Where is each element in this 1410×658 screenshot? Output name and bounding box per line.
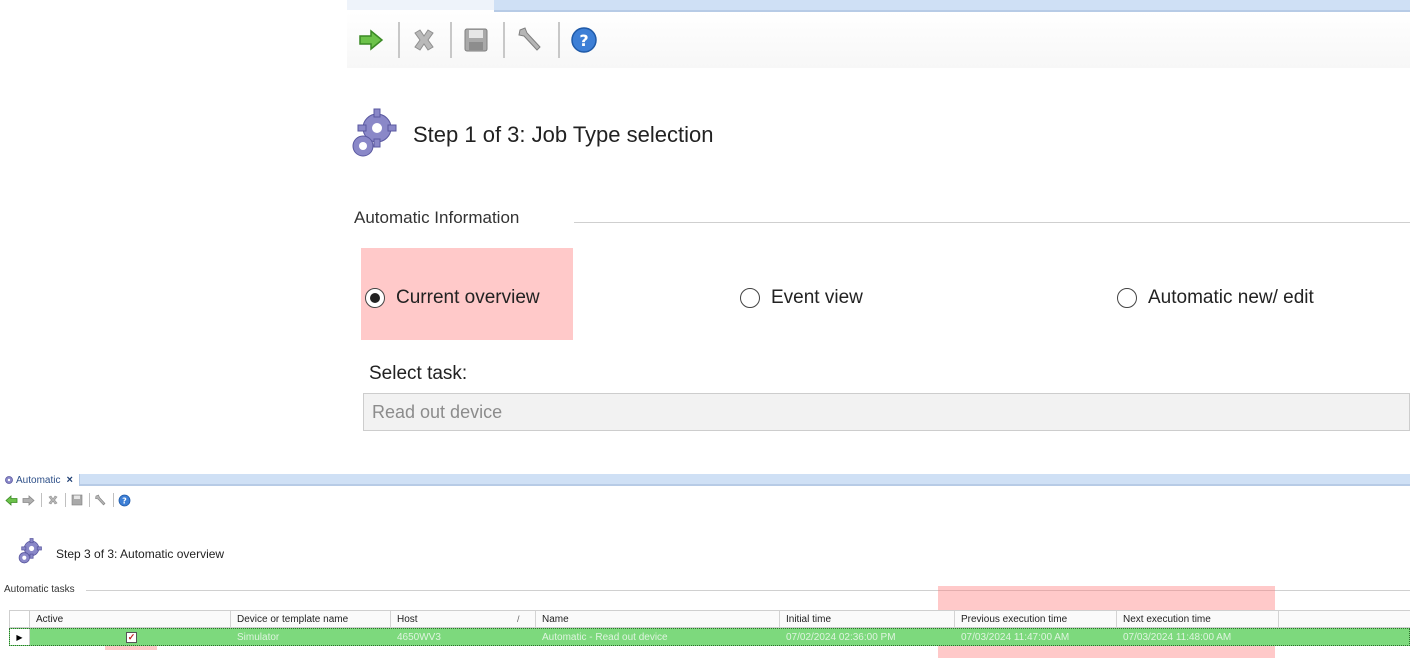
radio-automatic-new-edit[interactable]: Automatic new/ edit (1117, 287, 1314, 309)
table-row[interactable]: ▶ ✓ Simulator 4650WV3 Automatic - Read o… (9, 628, 1410, 646)
toolbar-separator (65, 493, 66, 507)
forward-arrow-icon[interactable] (353, 18, 389, 62)
gear-icon (347, 106, 401, 165)
toolbar-separator (89, 493, 90, 507)
group-divider (574, 222, 1410, 223)
radio-label: Automatic new/ edit (1148, 287, 1314, 308)
cell-initial-time: 07/02/2024 02:36:00 PM (786, 632, 896, 643)
radio-button[interactable] (1117, 288, 1137, 308)
wizard-step-heading: Step 3 of 3: Automatic overview (16, 537, 224, 570)
toolbar-separator (558, 22, 560, 58)
select-task-label: Select task: (369, 363, 468, 384)
cell-host: 4650WV3 (397, 632, 441, 643)
toolbar-separator (41, 493, 42, 507)
cell-name: Automatic - Read out device (542, 632, 668, 643)
column-header-host[interactable]: Host (391, 611, 536, 627)
column-header-name[interactable]: Name (536, 611, 780, 627)
save-icon[interactable] (69, 493, 84, 508)
toolbar-separator (450, 22, 452, 58)
toolbar: ? (347, 12, 1410, 68)
wrench-icon[interactable] (510, 18, 550, 62)
help-icon[interactable]: ? (566, 18, 602, 62)
help-icon[interactable]: ? (117, 493, 132, 508)
group-label: Automatic Information (354, 208, 532, 228)
column-header-active[interactable]: Active (30, 611, 231, 627)
zoomed-wizard-panel: ? Step 1 of 3: Job Type selection Automa… (347, 0, 1410, 460)
tab-label: Automatic (16, 474, 61, 486)
delete-icon[interactable] (405, 18, 443, 62)
svg-text:?: ? (122, 496, 127, 505)
radio-label: Event view (771, 287, 863, 308)
forward-arrow-icon[interactable] (21, 493, 36, 508)
radio-button[interactable] (740, 288, 760, 308)
back-arrow-icon[interactable] (4, 493, 19, 508)
tab-automatic[interactable]: Automatic × (0, 474, 80, 486)
svg-text:?: ? (579, 31, 588, 50)
tab-strip (494, 0, 1410, 12)
page-title: Step 1 of 3: Job Type selection (413, 122, 714, 147)
save-icon[interactable] (457, 18, 495, 62)
radio-event-view[interactable]: Event view (740, 287, 863, 309)
close-icon[interactable]: × (66, 474, 72, 486)
toolbar: ? (0, 489, 1410, 511)
tab-strip (0, 474, 1410, 486)
table-header-row: Active Device or template name Host / Na… (9, 610, 1410, 628)
page-title: Step 3 of 3: Automatic overview (56, 546, 225, 561)
select-task-dropdown[interactable]: Read out device (363, 393, 1410, 431)
cell-previous-execution-time: 07/03/2024 11:47:00 AM (961, 632, 1070, 643)
radio-label: Current overview (396, 287, 540, 308)
delete-icon[interactable] (45, 493, 60, 508)
column-header-previous-execution-time[interactable]: Previous execution time (955, 611, 1117, 627)
cell-next-execution-time: 07/03/2024 11:48:00 AM (1123, 632, 1232, 643)
radio-button-selected[interactable] (365, 288, 385, 308)
gear-icon (4, 475, 14, 485)
toolbar-separator (398, 22, 400, 58)
column-header-next-execution-time[interactable]: Next execution time (1117, 611, 1279, 627)
active-checkbox[interactable]: ✓ (126, 632, 137, 643)
cell-device: Simulator (237, 632, 280, 643)
row-header-corner (10, 611, 30, 627)
wrench-icon[interactable] (93, 493, 108, 508)
row-selector[interactable]: ▶ (10, 629, 30, 645)
toolbar-separator (503, 22, 505, 58)
sort-indicator: / (517, 614, 520, 624)
wizard-step-heading: Step 1 of 3: Job Type selection (347, 104, 713, 166)
automatic-overview-panel: Automatic × ? Step 3 of 3: Automatic ove… (0, 474, 1410, 658)
automatic-tasks-table: Active Device or template name Host / Na… (9, 610, 1410, 646)
toolbar-separator (113, 493, 114, 507)
radio-current-overview[interactable]: Current overview (365, 287, 540, 309)
group-label: Automatic tasks (4, 584, 79, 595)
tab-stub (347, 0, 494, 10)
gear-icon (16, 537, 44, 570)
column-header-initial-time[interactable]: Initial time (780, 611, 955, 627)
column-header-device[interactable]: Device or template name (231, 611, 391, 627)
